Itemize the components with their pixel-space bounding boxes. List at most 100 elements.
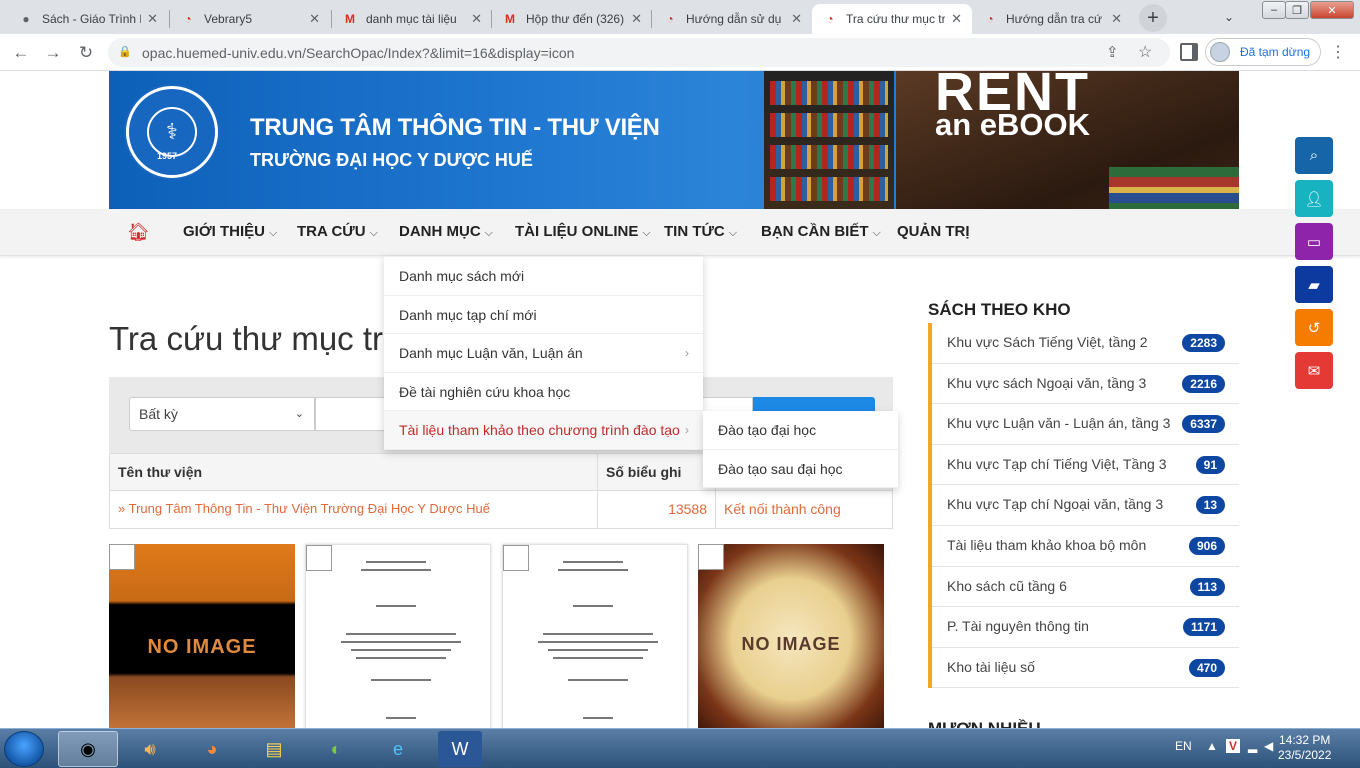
- search-icon[interactable]: ⌕: [1295, 137, 1333, 174]
- menu-item-tai-lieu-tham-khao[interactable]: Tài liệu tham khảo theo chương trình đào…: [384, 411, 703, 450]
- user-icon[interactable]: 👤︎: [1295, 180, 1333, 217]
- banner-ebook-text: an eBOOK: [935, 107, 1091, 142]
- page-content: ⚕ 1957 TRUNG TÂM THÔNG TIN - THƯ VIỆN TR…: [0, 71, 1360, 728]
- book-thumbnail[interactable]: [502, 544, 688, 728]
- history-icon[interactable]: ↺: [1295, 309, 1333, 346]
- list-item[interactable]: Khu vực Luận văn - Luận án, tầng 3 6337: [932, 404, 1239, 445]
- chat-icon[interactable]: ✉: [1295, 352, 1333, 389]
- tab-title: Hộp thư đến (326): [526, 12, 625, 26]
- nav-item-danh-muc[interactable]: DANH MỤC ⌵: [399, 223, 493, 240]
- browser-tab[interactable]: M danh mục tài liệu ✕: [332, 4, 492, 34]
- close-tab-icon[interactable]: ✕: [631, 11, 642, 27]
- list-item[interactable]: Khu vực Tạp chí Tiếng Việt, Tầng 3 91: [932, 445, 1239, 486]
- internet-explorer-icon[interactable]: e: [368, 731, 428, 767]
- nav-item-gioi-thieu[interactable]: GIỚI THIỆU ⌵: [183, 223, 277, 240]
- search-field-select[interactable]: Bất kỳ ⌄: [129, 397, 315, 431]
- chrome-icon[interactable]: ◉: [58, 731, 118, 767]
- submenu-item[interactable]: Đào tạo đại học: [703, 411, 898, 450]
- forward-icon[interactable]: →: [40, 40, 66, 66]
- explorer-folder-icon[interactable]: ▤: [244, 731, 304, 767]
- browser-tab[interactable]: ● Sách - Giáo Trình E ✕: [8, 4, 168, 34]
- select-checkbox[interactable]: [503, 545, 529, 571]
- browser-tab-active[interactable]: ◔ Tra cứu thư mục tr ✕: [812, 4, 972, 34]
- submenu-item[interactable]: Đào tạo sau đại học: [703, 450, 898, 488]
- close-window-button[interactable]: ✕: [1310, 1, 1354, 19]
- count-badge: 91: [1195, 455, 1225, 474]
- back-icon[interactable]: ←: [8, 40, 34, 66]
- browser-tab[interactable]: ◔ Hướng dẫn sử dụ ✕: [652, 4, 812, 34]
- close-tab-icon[interactable]: ✕: [951, 11, 962, 27]
- table-row: » Trung Tâm Thông Tin - Thư Viện Trường …: [110, 491, 892, 528]
- count-badge: 6337: [1182, 415, 1225, 434]
- close-tab-icon[interactable]: ✕: [1111, 11, 1122, 27]
- chevron-down-icon: ⌵: [872, 227, 881, 239]
- side-panel-icon[interactable]: [1180, 43, 1198, 61]
- home-icon[interactable]: 🏠︎: [127, 222, 150, 243]
- library-name-link[interactable]: » Trung Tâm Thông Tin - Thư Viện Trường …: [110, 491, 598, 528]
- list-item[interactable]: Khu vực Tạp chí Ngoại văn, tầng 3 13: [932, 485, 1239, 526]
- coccoc-icon[interactable]: ◐: [306, 731, 366, 767]
- volume-icon[interactable]: ◀: [1264, 739, 1273, 753]
- speaker-app-icon[interactable]: 🔊︎: [120, 731, 180, 767]
- list-item[interactable]: Tài liệu tham khảo khoa bộ môn 906: [932, 526, 1239, 567]
- lock-icon[interactable]: 🔒: [118, 45, 132, 58]
- book-icon[interactable]: ▰: [1295, 266, 1333, 303]
- count-badge: 906: [1188, 536, 1225, 555]
- menu-item[interactable]: Danh mục tạp chí mới: [384, 296, 703, 334]
- chevron-down-icon: ⌵: [268, 227, 278, 239]
- card-icon[interactable]: ▭: [1295, 223, 1333, 260]
- language-indicator[interactable]: EN: [1175, 739, 1192, 753]
- firefox-icon[interactable]: ◕: [182, 731, 242, 767]
- windows-start-button[interactable]: [4, 731, 44, 767]
- danh-muc-dropdown: Danh mục sách mới Danh mục tạp chí mới D…: [384, 256, 703, 450]
- list-item[interactable]: Kho tài liệu số 470: [932, 648, 1239, 689]
- menu-kebab-icon[interactable]: ⋮: [1330, 42, 1346, 62]
- new-tab-button[interactable]: +: [1139, 4, 1167, 32]
- list-item[interactable]: P. Tài nguyên thông tin 1171: [932, 607, 1239, 648]
- sidebar-title: SÁCH THEO KHO: [928, 300, 1071, 319]
- list-item[interactable]: Kho sách cũ tầng 6 113: [932, 567, 1239, 608]
- maximize-button[interactable]: ❐: [1285, 1, 1309, 19]
- address-bar[interactable]: 🔒 opac.huemed-univ.edu.vn/SearchOpac/Ind…: [108, 38, 1170, 67]
- taskbar-clock[interactable]: 14:32 PM 23/5/2022: [1278, 733, 1331, 763]
- browser-tab[interactable]: ◔ Hướng dẫn tra cứ ✕: [972, 4, 1132, 34]
- list-item[interactable]: Khu vực Sách Tiếng Việt, tầng 2 2283: [932, 323, 1239, 364]
- close-tab-icon[interactable]: ✕: [147, 11, 158, 27]
- nav-item-quan-tri[interactable]: QUẢN TRỊ: [897, 223, 970, 240]
- reload-icon[interactable]: ↻: [73, 40, 99, 66]
- chevron-down-icon: ⌵: [369, 227, 378, 239]
- tab-search-icon[interactable]: ⌄: [1216, 5, 1242, 29]
- menu-item-luan-van[interactable]: Danh mục Luận văn, Luận án ›: [384, 334, 703, 373]
- column-header: Số biểu ghi: [598, 454, 716, 490]
- url-text[interactable]: opac.huemed-univ.edu.vn/SearchOpac/Index…: [142, 45, 574, 61]
- bookmark-star-icon[interactable]: ☆: [1138, 42, 1152, 62]
- book-thumbnail[interactable]: NO IMAGE: [698, 544, 884, 728]
- browser-toolbar: ← → ↻ 🔒 opac.huemed-univ.edu.vn/SearchOp…: [0, 34, 1360, 71]
- browser-tab[interactable]: ◔ Vebrary5 ✕: [170, 4, 330, 34]
- nav-item-tai-lieu-online[interactable]: TÀI LIỆU ONLINE ⌵: [515, 223, 651, 240]
- word-icon[interactable]: W: [438, 731, 482, 767]
- list-item[interactable]: Khu vực sách Ngoại văn, tầng 3 2216: [932, 364, 1239, 405]
- university-logo[interactable]: ⚕ 1957: [126, 86, 218, 178]
- select-checkbox[interactable]: [698, 544, 724, 570]
- vebrary-tray-icon[interactable]: V: [1226, 739, 1241, 753]
- close-tab-icon[interactable]: ✕: [309, 11, 320, 27]
- menu-item[interactable]: Đề tài nghiên cứu khoa học: [384, 373, 703, 411]
- profile-button[interactable]: Đã tạm dừng: [1205, 38, 1321, 66]
- book-thumbnail[interactable]: NO IMAGE: [109, 544, 295, 728]
- tray-arrow-icon[interactable]: ▲: [1206, 739, 1218, 753]
- minimize-button[interactable]: –: [1262, 1, 1286, 19]
- book-thumbnail[interactable]: [305, 544, 491, 728]
- nav-item-tra-cuu[interactable]: TRA CỨU ⌵: [297, 223, 378, 240]
- browser-tab[interactable]: M Hộp thư đến (326) ✕: [492, 4, 652, 34]
- select-checkbox[interactable]: [109, 544, 135, 570]
- menu-item[interactable]: Danh mục sách mới: [384, 257, 703, 296]
- bookshelf-image: [764, 71, 894, 209]
- close-tab-icon[interactable]: ✕: [791, 11, 802, 27]
- network-icon[interactable]: ▂: [1248, 739, 1257, 753]
- close-tab-icon[interactable]: ✕: [471, 11, 482, 27]
- nav-item-tin-tuc[interactable]: TIN TỨC ⌵: [664, 223, 737, 240]
- select-checkbox[interactable]: [306, 545, 332, 571]
- nav-item-ban-can-biet[interactable]: BẠN CẦN BIẾT ⌵: [761, 223, 881, 240]
- share-icon[interactable]: ⇪: [1106, 43, 1119, 61]
